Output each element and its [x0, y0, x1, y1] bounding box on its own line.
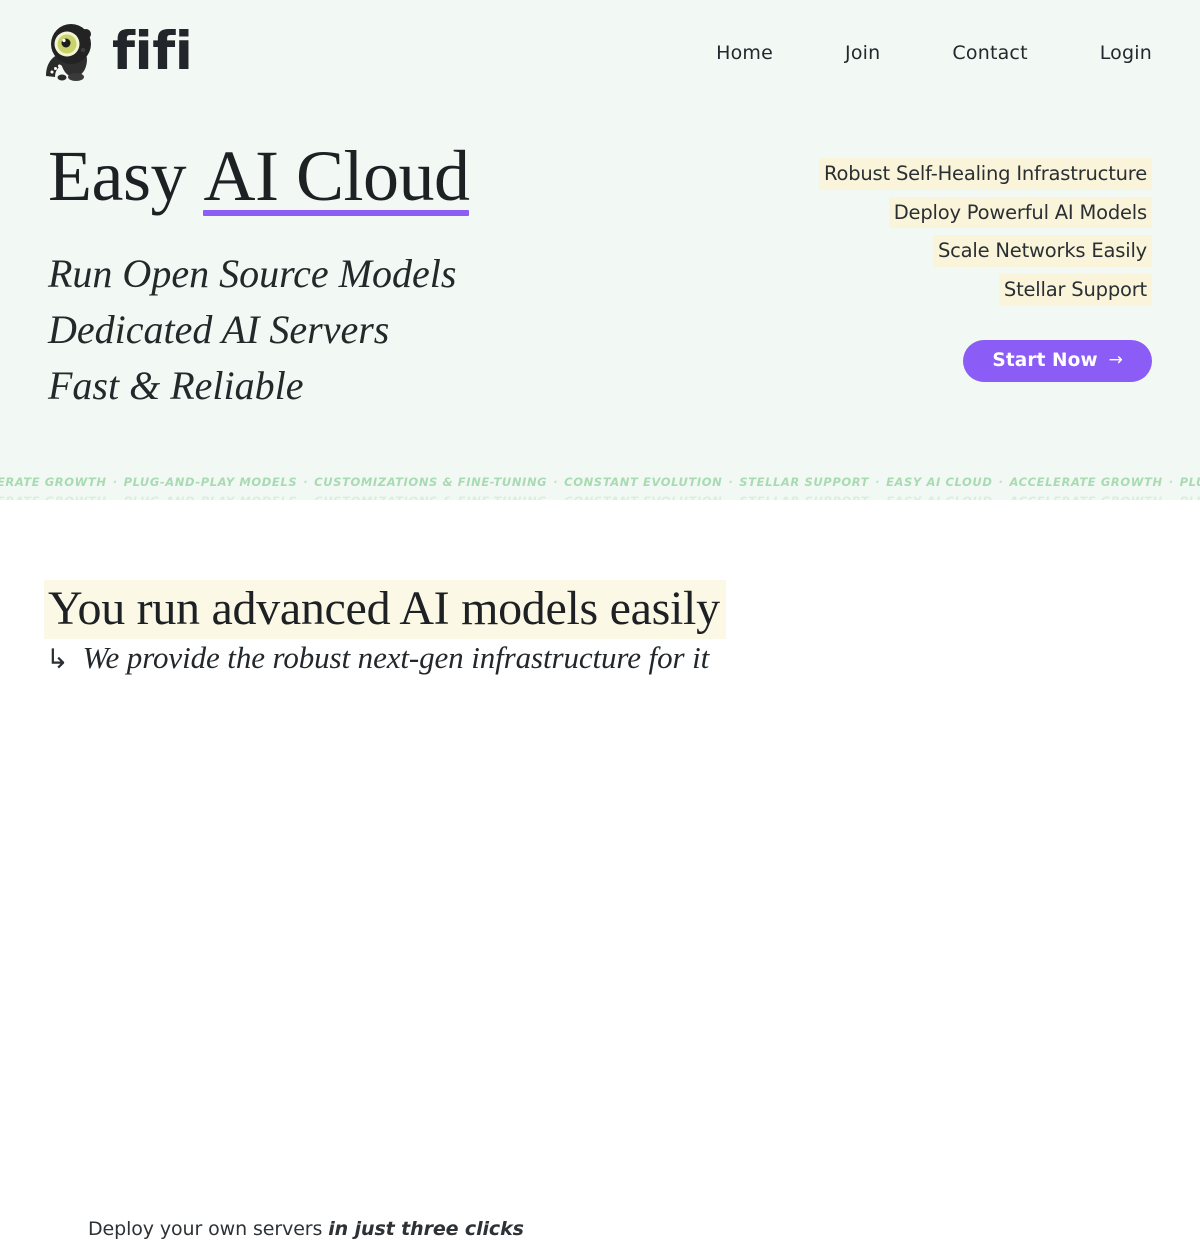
marquee-separator: ·	[728, 475, 734, 489]
section-subheading-text: We provide the robust next-gen infrastru…	[82, 640, 710, 675]
hero-title-underlined: AI Cloud	[203, 136, 470, 216]
deploy-plain-text: Deploy your own servers	[88, 1218, 329, 1240]
deploy-emphasis-text: in just three clicks	[328, 1218, 524, 1240]
hero-sublines: Run Open Source Models Dedicated AI Serv…	[48, 246, 668, 414]
marquee-item: STELLAR SUPPORT	[739, 475, 870, 489]
marquee-item: CONSTANT EVOLUTION	[564, 475, 723, 489]
hero-left-column: Easy AI Cloud Run Open Source Models Ded…	[48, 140, 668, 414]
nav-link-login[interactable]: Login	[1064, 36, 1152, 70]
feature-item: Scale Networks Easily	[932, 235, 1152, 268]
marquee-separator: ·	[112, 475, 118, 489]
start-now-label: Start Now	[992, 350, 1098, 372]
feature-item: Stellar Support	[998, 274, 1152, 306]
marquee-ticker-primary: EASY AI CLOUD · ACCELERATE GROWTH · PLUG-AND…	[0, 473, 1200, 491]
hero-subline: Dedicated AI Servers	[48, 307, 390, 352]
main-navigation: Home Join Contact Login	[680, 36, 1152, 70]
arrow-down-right-icon: ↳	[46, 644, 69, 675]
nav-link-home[interactable]: Home	[680, 36, 809, 70]
marquee-separator: ·	[1168, 475, 1174, 489]
hero-subline: Run Open Source Models	[48, 251, 457, 296]
cta-wrapper: Start Now →	[963, 339, 1152, 382]
deploy-servers-line: Deploy your own servers in just three cl…	[88, 1218, 524, 1240]
marquee-item: EASY AI CLOUD	[886, 475, 993, 489]
hero-section: fifi Home Join Contact Login Easy AI Clo…	[0, 0, 1200, 500]
arrow-right-icon: →	[1108, 350, 1123, 371]
section-heading: You run advanced AI models easily	[44, 580, 726, 639]
marquee-separator: ·	[303, 475, 309, 489]
hero-right-column: Robust Self-Healing Infrastructure Deplo…	[732, 158, 1152, 382]
nav-link-join[interactable]: Join	[809, 36, 916, 70]
feature-item: Robust Self-Healing Infrastructure	[819, 158, 1152, 190]
brand-logo[interactable]: fifi	[40, 20, 193, 86]
section-subheading: ↳ We provide the robust next-gen infrast…	[46, 640, 709, 676]
marquee-separator: ·	[553, 475, 559, 489]
start-now-button[interactable]: Start Now →	[963, 339, 1152, 382]
hero-title: Easy AI Cloud	[48, 136, 668, 216]
marquee-track: EASY AI CLOUD · ACCELERATE GROWTH · PLUG-AND…	[0, 475, 1200, 489]
value-proposition-section: You run advanced AI models easily ↳ We p…	[0, 500, 1200, 1240]
hero-subline: Fast & Reliable	[48, 363, 304, 408]
marquee-item: ACCELERATE GROWTH	[1009, 475, 1163, 489]
marquee-item: PLUG-AND-PLAY MODELS	[123, 475, 298, 489]
dino-mascot-icon	[46, 23, 91, 81]
marquee-item: ACCELERATE GROWTH	[0, 475, 107, 489]
marquee-item: PLUG-AND-PLAY MODELS	[1179, 475, 1200, 489]
site-header: fifi Home Join Contact Login	[0, 0, 1200, 105]
brand-name: fifi	[112, 21, 193, 82]
marquee-separator: ·	[875, 475, 881, 489]
marquee-separator: ·	[998, 475, 1004, 489]
feature-item: Deploy Powerful AI Models	[888, 196, 1152, 229]
marquee-item: CUSTOMIZATIONS & FINE-TUNING	[314, 475, 548, 489]
marquee-ticker-secondary: EASY AI CLOUD·ACCELERATE GROWTH·PLUG-AND…	[0, 492, 1200, 500]
nav-link-contact[interactable]: Contact	[916, 36, 1063, 70]
hero-title-plain: Easy	[48, 136, 204, 216]
